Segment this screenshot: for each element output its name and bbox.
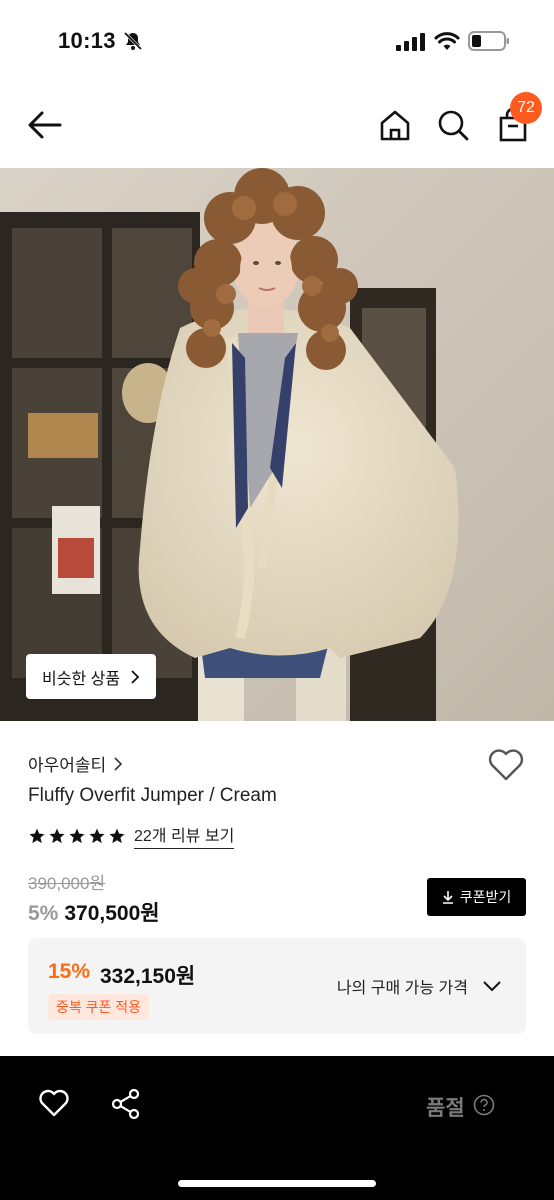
my-purchase-price-toggle[interactable]: 나의 구매 가능 가격 [337,974,502,998]
cart-count-badge: 72 [510,92,542,124]
sold-out-status: 품절 [426,1097,465,1120]
heart-icon[interactable] [38,1088,70,1118]
coupon-price-box: 15% 332,150원 중복 쿠폰 적용 나의 구매 가능 가격 [28,938,526,1034]
home-indicator [178,1180,376,1187]
back-arrow-icon[interactable] [26,108,64,142]
chevron-down-icon [483,981,501,992]
original-price: 390,000원 [28,874,106,893]
question-circle-icon[interactable] [473,1094,495,1116]
coupon-price: 332,150원 [100,965,196,988]
my-purchase-price-label: 나의 구매 가능 가격 [336,980,468,997]
chevron-right-icon [131,669,140,684]
star-rating [28,827,126,845]
review-link[interactable]: 22개 리뷰 보기 [134,822,235,849]
star-icon [89,828,105,843]
get-coupon-button[interactable]: 쿠폰받기 [427,878,526,916]
rating-row: 22개 리뷰 보기 [28,822,235,849]
discount-rate: 5% [28,902,59,925]
chevron-right-icon [114,756,123,771]
search-icon[interactable] [436,108,470,142]
status-time: 10:13 [58,28,116,53]
duplicate-coupon-tag: 중복 쿠폰 적용 [48,994,150,1020]
star-icon [69,828,85,843]
star-icon [29,828,45,843]
status-bar: 10:13 [0,0,554,80]
similar-products-label: 비슷한 상품 [42,670,121,688]
battery-icon [468,31,509,51]
share-icon[interactable] [110,1088,142,1120]
home-icon[interactable] [378,108,412,142]
price-row: 5% 370,500원 [28,897,160,927]
star-icon [109,828,125,843]
product-name: Fluffy Overfit Jumper / Cream [28,785,277,806]
wifi-icon [434,32,460,50]
download-icon [442,891,453,904]
product-image[interactable]: 비슷한 상품 [0,168,554,721]
wishlist-heart-icon[interactable] [487,747,525,783]
get-coupon-label: 쿠폰받기 [459,889,512,905]
sale-price: 370,500원 [64,902,160,925]
brand-link[interactable]: 아우어솔티 [28,751,123,776]
bottom-action-bar: 품절 [0,1056,554,1200]
brand-name: 아우어솔티 [28,756,107,775]
star-icon [49,828,65,843]
bell-off-icon [123,31,143,51]
coupon-discount-rate: 15% [48,960,91,983]
product-photo [0,168,554,721]
similar-products-button[interactable]: 비슷한 상품 [26,654,157,699]
cellular-signal-icon [396,33,425,51]
top-nav: 72 [0,80,554,168]
